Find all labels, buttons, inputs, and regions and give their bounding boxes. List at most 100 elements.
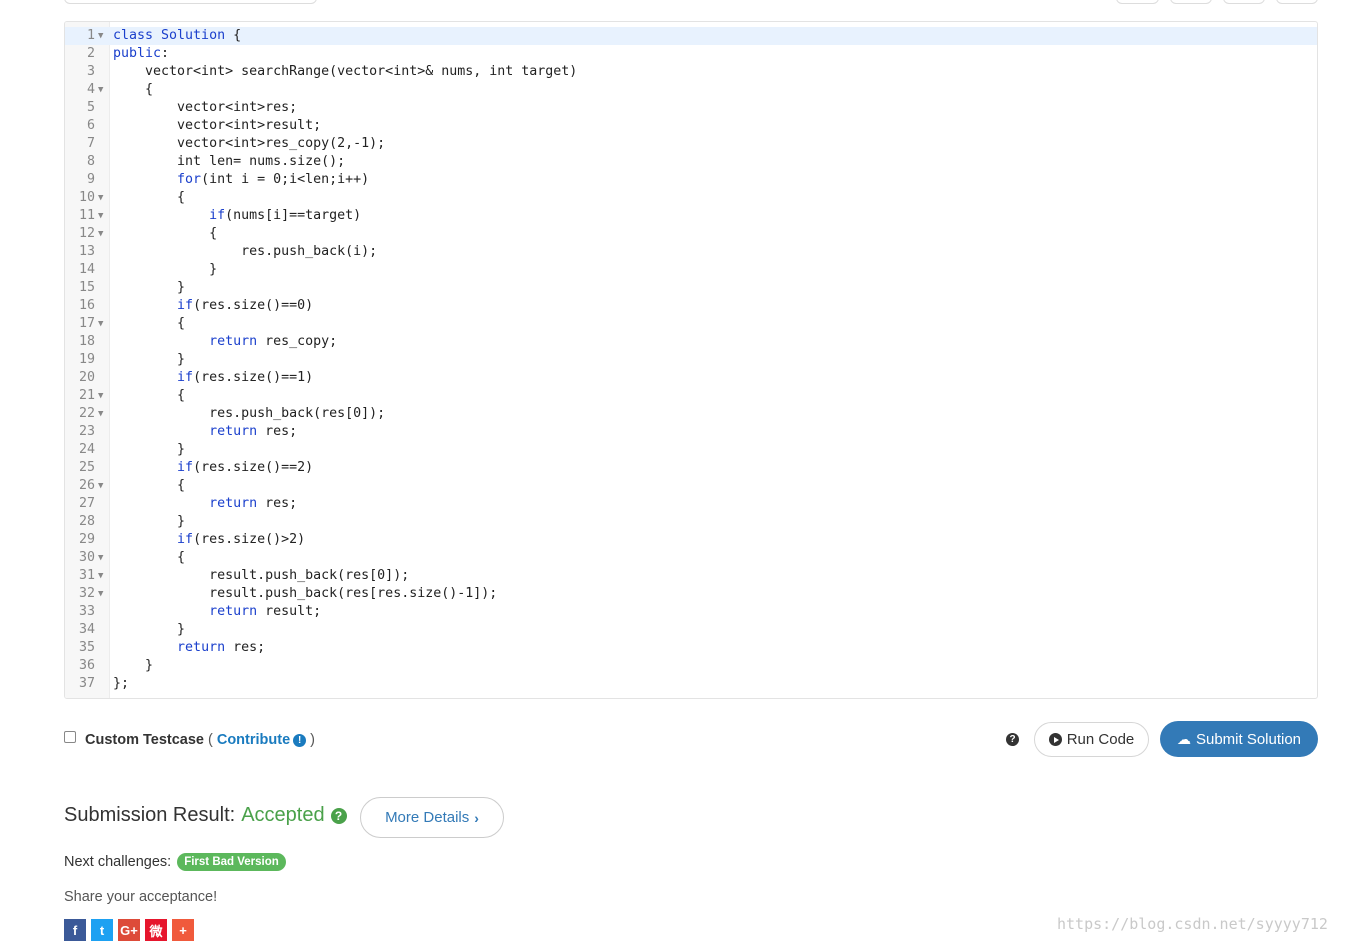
- fold-arrow-icon[interactable]: ▼: [98, 189, 108, 207]
- code-line[interactable]: 30 ▼ {: [65, 549, 1317, 567]
- code-line[interactable]: 6 vector<int>result;: [65, 117, 1317, 135]
- code-line[interactable]: 37};: [65, 675, 1317, 693]
- code-token: (int i = 0;i<len;i++): [201, 172, 370, 187]
- code-line[interactable]: 27 return res;: [65, 495, 1317, 513]
- chevron-right-icon: ›: [474, 809, 479, 826]
- top-input-stub[interactable]: [64, 0, 317, 4]
- code-line[interactable]: 24 }: [65, 441, 1317, 459]
- line-number: 18: [78, 334, 95, 349]
- code-line[interactable]: 19 }: [65, 351, 1317, 369]
- fold-arrow-icon[interactable]: ▼: [98, 315, 108, 333]
- twitter-icon[interactable]: t: [91, 919, 113, 941]
- fold-arrow-icon[interactable]: ▼: [98, 567, 108, 585]
- line-number: 34: [78, 622, 95, 637]
- line-number: 6: [86, 118, 95, 133]
- code-token: {: [113, 316, 186, 331]
- code-line[interactable]: 18 return res_copy;: [65, 333, 1317, 351]
- custom-testcase-checkbox[interactable]: [64, 731, 76, 743]
- fold-arrow-icon[interactable]: ▼: [98, 225, 108, 243]
- code-line[interactable]: 28 }: [65, 513, 1317, 531]
- code-token: }: [113, 262, 218, 277]
- code-line[interactable]: 22 ▼ res.push_back(res[0]);: [65, 405, 1317, 423]
- fold-arrow-icon[interactable]: ▼: [98, 81, 108, 99]
- code-token: {: [113, 226, 218, 241]
- code-token: res.push_back(i);: [113, 244, 378, 259]
- next-challenge-badge[interactable]: First Bad Version: [177, 853, 286, 871]
- code-line[interactable]: 2 public:: [65, 45, 1317, 63]
- code-line[interactable]: 21 ▼ {: [65, 387, 1317, 405]
- code-line[interactable]: 16 if(res.size()==0): [65, 297, 1317, 315]
- submit-solution-button[interactable]: ☁ Submit Solution: [1160, 721, 1318, 757]
- code-text: return res;: [113, 423, 297, 441]
- code-line[interactable]: 23 return res;: [65, 423, 1317, 441]
- code-line[interactable]: 9 for(int i = 0;i<len;i++): [65, 171, 1317, 189]
- code-text: }: [113, 279, 185, 297]
- google-plus-icon[interactable]: G+: [118, 919, 140, 941]
- toolbar-button-stub[interactable]: [1170, 0, 1212, 4]
- code-lines[interactable]: 1 ▼ class Solution {2 public: 3 vector<int> …: [65, 27, 1317, 693]
- code-line[interactable]: 34 }: [65, 621, 1317, 639]
- fold-arrow-icon[interactable]: ▼: [98, 477, 108, 495]
- code-token: {: [113, 388, 186, 403]
- toolbar-button-stub[interactable]: [1276, 0, 1318, 4]
- more-details-button[interactable]: More Details ›: [360, 797, 504, 838]
- facebook-icon[interactable]: f: [64, 919, 86, 941]
- toolbar-button-stub[interactable]: [1116, 0, 1159, 4]
- code-token: vector<int>result;: [113, 118, 322, 133]
- code-line[interactable]: 31 ▼ result.push_back(res[0]);: [65, 567, 1317, 585]
- code-keyword: return: [177, 640, 226, 655]
- code-token: {: [113, 82, 154, 97]
- code-line[interactable]: 14 }: [65, 261, 1317, 279]
- fold-arrow-icon[interactable]: ▼: [98, 549, 108, 567]
- code-keyword: if: [177, 298, 194, 313]
- fold-arrow-icon[interactable]: ▼: [98, 207, 108, 225]
- code-line[interactable]: 10 ▼ {: [65, 189, 1317, 207]
- toolbar-button-stub[interactable]: [1223, 0, 1265, 4]
- code-text: result.push_back(res[res.size()-1]);: [113, 585, 497, 603]
- code-line[interactable]: 26 ▼ {: [65, 477, 1317, 495]
- code-text: res.push_back(res[0]);: [113, 405, 385, 423]
- code-line[interactable]: 36 }: [65, 657, 1317, 675]
- code-line[interactable]: 13 res.push_back(i);: [65, 243, 1317, 261]
- weibo-icon[interactable]: 微: [145, 919, 167, 941]
- contribute-link[interactable]: Contribute: [217, 732, 290, 748]
- line-number: 3: [86, 64, 95, 79]
- info-icon[interactable]: !: [293, 733, 307, 747]
- fold-arrow-icon[interactable]: ▼: [98, 405, 108, 423]
- code-text: if(res.size()==1): [113, 369, 313, 387]
- code-token: res;: [257, 496, 298, 511]
- code-line[interactable]: 12 ▼ {: [65, 225, 1317, 243]
- fold-arrow-icon[interactable]: ▼: [98, 27, 108, 45]
- code-line[interactable]: 33 return result;: [65, 603, 1317, 621]
- code-line[interactable]: 29 if(res.size()>2): [65, 531, 1317, 549]
- question-circle-icon[interactable]: ?: [1006, 733, 1019, 746]
- question-circle-green-icon[interactable]: ?: [330, 807, 347, 824]
- code-editor[interactable]: 1 ▼ class Solution {2 public: 3 vector<int> …: [64, 21, 1318, 699]
- fold-arrow-icon[interactable]: ▼: [98, 387, 108, 405]
- code-line[interactable]: 5 vector<int>res;: [65, 99, 1317, 117]
- code-line[interactable]: 7 vector<int>res_copy(2,-1);: [65, 135, 1317, 153]
- code-line[interactable]: 17 ▼ {: [65, 315, 1317, 333]
- fold-arrow-icon[interactable]: ▼: [98, 585, 108, 603]
- code-line[interactable]: 25 if(res.size()==2): [65, 459, 1317, 477]
- code-line[interactable]: 35 return res;: [65, 639, 1317, 657]
- code-line[interactable]: 8 int len= nums.size();: [65, 153, 1317, 171]
- line-number: 35: [78, 640, 95, 655]
- more-details-label: More Details: [385, 809, 470, 826]
- code-token: res_copy;: [257, 334, 338, 349]
- code-keyword: class Solution: [113, 28, 226, 43]
- code-line[interactable]: 3 vector<int> searchRange(vector<int>& n…: [65, 63, 1317, 81]
- code-keyword: for: [177, 172, 202, 187]
- code-line[interactable]: 1 ▼ class Solution {: [65, 27, 1317, 45]
- code-line[interactable]: 4 ▼ {: [65, 81, 1317, 99]
- code-text: vector<int> searchRange(vector<int>& num…: [113, 63, 577, 81]
- code-token: int len= nums.size();: [113, 154, 346, 169]
- code-line[interactable]: 15 }: [65, 279, 1317, 297]
- more-share-icon[interactable]: +: [172, 919, 194, 941]
- code-line[interactable]: 11 ▼ if(nums[i]==target): [65, 207, 1317, 225]
- run-code-button[interactable]: Run Code: [1034, 722, 1149, 757]
- code-line[interactable]: 32 ▼ result.push_back(res[res.size()-1]);: [65, 585, 1317, 603]
- code-line[interactable]: 20 if(res.size()==1): [65, 369, 1317, 387]
